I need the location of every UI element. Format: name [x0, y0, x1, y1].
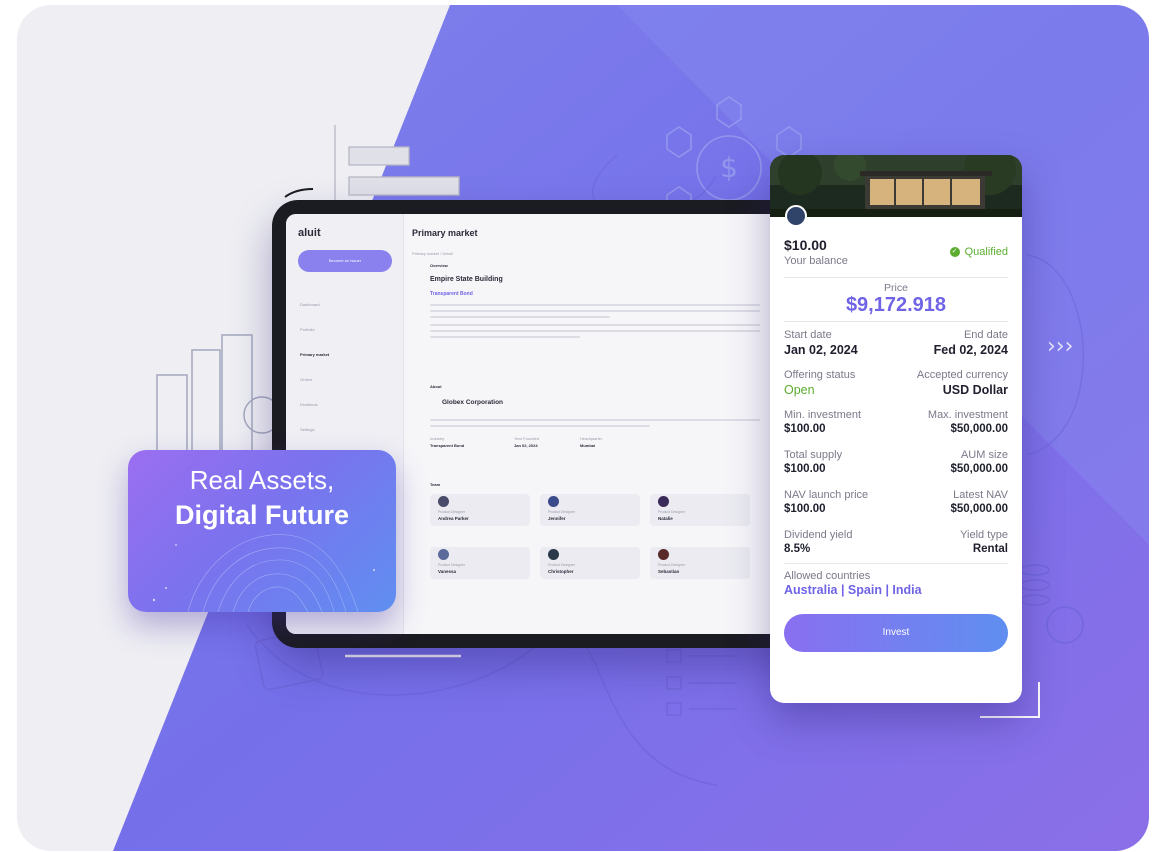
team-card[interactable]: Product Designer Vanessa — [430, 547, 530, 579]
check-circle-icon: ✓ — [949, 247, 960, 257]
issuer-avatar — [785, 205, 807, 227]
currency-label: Accepted currency — [916, 369, 1008, 381]
avatar — [658, 496, 669, 507]
fact-value-industry: Transparent Bond — [430, 443, 465, 448]
property-photo — [770, 155, 1022, 217]
avatar — [548, 496, 559, 507]
sidebar-item-orders[interactable]: Orders — [300, 377, 312, 382]
start-date-value: Jan 02, 2024 — [784, 343, 858, 357]
total-supply-value: $100.00 — [784, 463, 826, 475]
promo-headline-line2: Digital Future — [175, 500, 349, 530]
offering-status-label: Offering status — [784, 369, 856, 381]
avatar — [548, 549, 559, 560]
end-date-value: Fed 02, 2024 — [933, 343, 1008, 357]
avatar — [438, 549, 449, 560]
city-lineart-icon — [156, 334, 281, 456]
offering-card: $10.00 Your balance ✓ Qualified Price $9… — [770, 155, 1022, 703]
svg-text:$: $ — [720, 151, 738, 184]
promo-headline-line1: Real Assets, — [189, 465, 335, 495]
yield-type-value: Rental — [972, 543, 1008, 555]
latest-nav-value: $50,000.00 — [950, 503, 1008, 515]
sidebar-item-dashboard[interactable]: Dashboard — [300, 302, 320, 307]
asset-tag: Transparent Bond — [430, 291, 473, 297]
dividend-yield-label: Dividend yield — [784, 529, 853, 541]
tablet-main: Primary market Primary market / Detail O… — [412, 214, 818, 634]
team-card[interactable]: Product Designer Natalie — [650, 494, 750, 526]
fact-label-headquarter: Headquarter — [580, 436, 603, 441]
price-label: Price — [884, 282, 908, 294]
min-investment-value: $100.00 — [784, 423, 826, 435]
max-investment-label: Max. investment — [927, 409, 1008, 421]
about-label: About — [430, 384, 442, 389]
allowed-countries-label: Allowed countries — [784, 570, 871, 582]
become-issuer-button[interactable]: Become an Issuer — [298, 250, 392, 272]
team-card[interactable]: Product Designer Christopher — [540, 547, 640, 579]
balance-label: Your balance — [784, 255, 848, 267]
team-card[interactable]: Product Designer Andrea Parker — [430, 494, 530, 526]
aum-size-label: AUM size — [960, 449, 1008, 461]
fact-value-founded: Jan 02, 2024 — [514, 443, 538, 448]
total-supply-label: Total supply — [784, 449, 843, 461]
nav-launch-price-label: NAV launch price — [784, 489, 869, 501]
yield-type-label: Yield type — [960, 529, 1008, 541]
min-investment-label: Min. investment — [784, 409, 862, 421]
start-date-label: Start date — [784, 329, 832, 341]
dividend-yield-value: 8.5% — [784, 543, 811, 555]
fact-label-founded: Year Founded — [514, 436, 539, 441]
sidebar-item-portfolio[interactable]: Portfolio — [300, 327, 315, 332]
app-logo: aluit — [298, 227, 321, 239]
fact-value-headquarter: Mumbai — [580, 443, 596, 448]
fact-label-industry: Industry — [430, 436, 445, 441]
qualified-badge: ✓ Qualified — [949, 246, 1008, 258]
page-title: Primary market — [412, 228, 478, 238]
max-investment-value: $50,000.00 — [950, 423, 1008, 435]
sidebar-item-dividends[interactable]: Dividends — [300, 402, 318, 407]
sidebar-item-settings[interactable]: Settings — [300, 427, 314, 432]
allowed-countries-value: Australia | Spain | India — [784, 583, 922, 597]
offering-status-value: Open — [784, 383, 815, 397]
avatar — [658, 549, 669, 560]
company-name: Globex Corporation — [442, 399, 504, 406]
team-label: Team — [430, 482, 441, 487]
asset-name: Empire State Building — [430, 276, 503, 283]
chevrons-icon: ››› — [1047, 334, 1073, 359]
team-card[interactable]: Product Designer Jennifer — [540, 494, 640, 526]
aum-size-value: $50,000.00 — [950, 463, 1008, 475]
avatar — [438, 496, 449, 507]
breadcrumb[interactable]: Primary market / Detail — [412, 251, 453, 256]
team-card[interactable]: Product Designer Sebastian — [650, 547, 750, 579]
latest-nav-label: Latest NAV — [953, 489, 1008, 501]
overview-label: Overview — [430, 263, 448, 268]
invest-button[interactable]: Invest — [784, 614, 1008, 652]
sidebar-item-primary-market[interactable]: Primary market — [300, 352, 329, 357]
balance-value: $10.00 — [784, 237, 827, 253]
nav-launch-price-value: $100.00 — [784, 503, 826, 515]
end-date-label: End date — [963, 329, 1008, 341]
promo-card: Real Assets, Digital Future — [128, 450, 396, 612]
currency-value: USD Dollar — [942, 383, 1008, 397]
price-value: $9,172.918 — [845, 294, 947, 316]
